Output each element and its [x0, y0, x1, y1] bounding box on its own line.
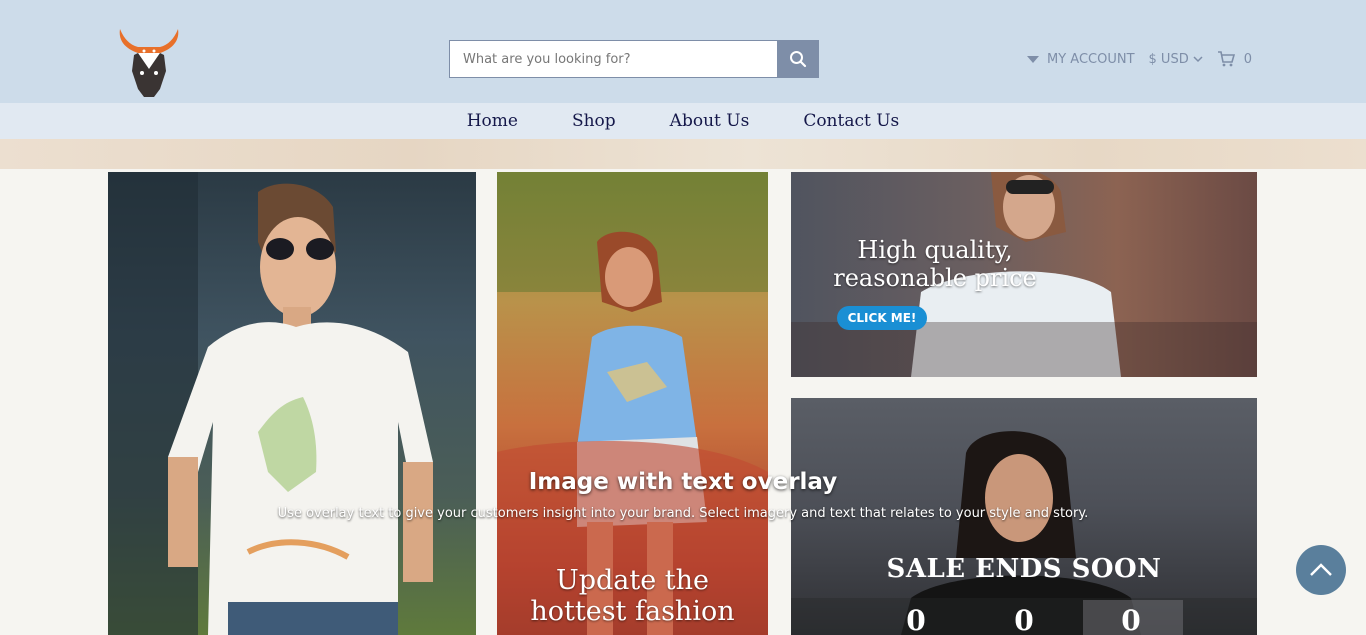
nav-about-us[interactable]: About Us [670, 111, 750, 131]
promo-quality-line2: reasonable price [833, 264, 1037, 292]
click-me-button[interactable]: CLICK ME! [837, 306, 927, 330]
search-icon [790, 51, 807, 68]
caret-down-icon[interactable] [1027, 55, 1039, 63]
man-photo-illustration [108, 172, 433, 635]
chevron-down-icon [1193, 56, 1203, 63]
currency-label: $ USD [1148, 51, 1189, 67]
overlay-subheading: Use overlay text to give your customers … [277, 506, 1089, 521]
countdown-value-2: 0 [1014, 604, 1034, 635]
sale-title: SALE ENDS SOON [886, 554, 1162, 584]
nav-shop[interactable]: Shop [572, 111, 616, 131]
scroll-to-top-button[interactable] [1296, 545, 1346, 595]
search-input[interactable] [449, 40, 777, 78]
cart-icon [1217, 51, 1235, 67]
countdown-value-3: 0 [1121, 604, 1141, 635]
search-button[interactable] [777, 40, 819, 78]
my-account-link[interactable]: MY ACCOUNT [1047, 52, 1135, 67]
search-bar [449, 40, 819, 78]
countdown-value-1: 0 [906, 604, 926, 635]
bull-head-logo[interactable] [116, 27, 182, 99]
promo-middle-line1: Update the [555, 565, 710, 596]
promo-middle-line2: hottest fashion [530, 596, 735, 627]
nav-contact-us[interactable]: Contact Us [803, 111, 899, 131]
promo-quality-line1: High quality, [857, 236, 1013, 264]
account-bar: MY ACCOUNT $ USD 0 [1027, 49, 1252, 69]
cart-count: 0 [1243, 51, 1252, 67]
cart-link[interactable]: 0 [1217, 51, 1252, 67]
promo-image-man[interactable] [108, 172, 476, 635]
promo-image-quality[interactable]: High quality, reasonable price [791, 172, 1257, 377]
promo-quality-title: High quality, reasonable price [821, 236, 1049, 292]
decorative-banner [0, 139, 1366, 169]
promo-image-woman-car[interactable]: Update the hottest fashion [497, 172, 768, 635]
promo-middle-title: Update the hottest fashion [497, 565, 768, 627]
main-nav: Home Shop About Us Contact Us [0, 103, 1366, 139]
nav-home[interactable]: Home [467, 111, 518, 131]
header: MY ACCOUNT $ USD 0 [0, 0, 1366, 103]
currency-selector[interactable]: $ USD [1149, 52, 1203, 67]
overlay-heading: Image with text overlay [528, 469, 838, 495]
chevron-up-icon [1310, 563, 1332, 576]
